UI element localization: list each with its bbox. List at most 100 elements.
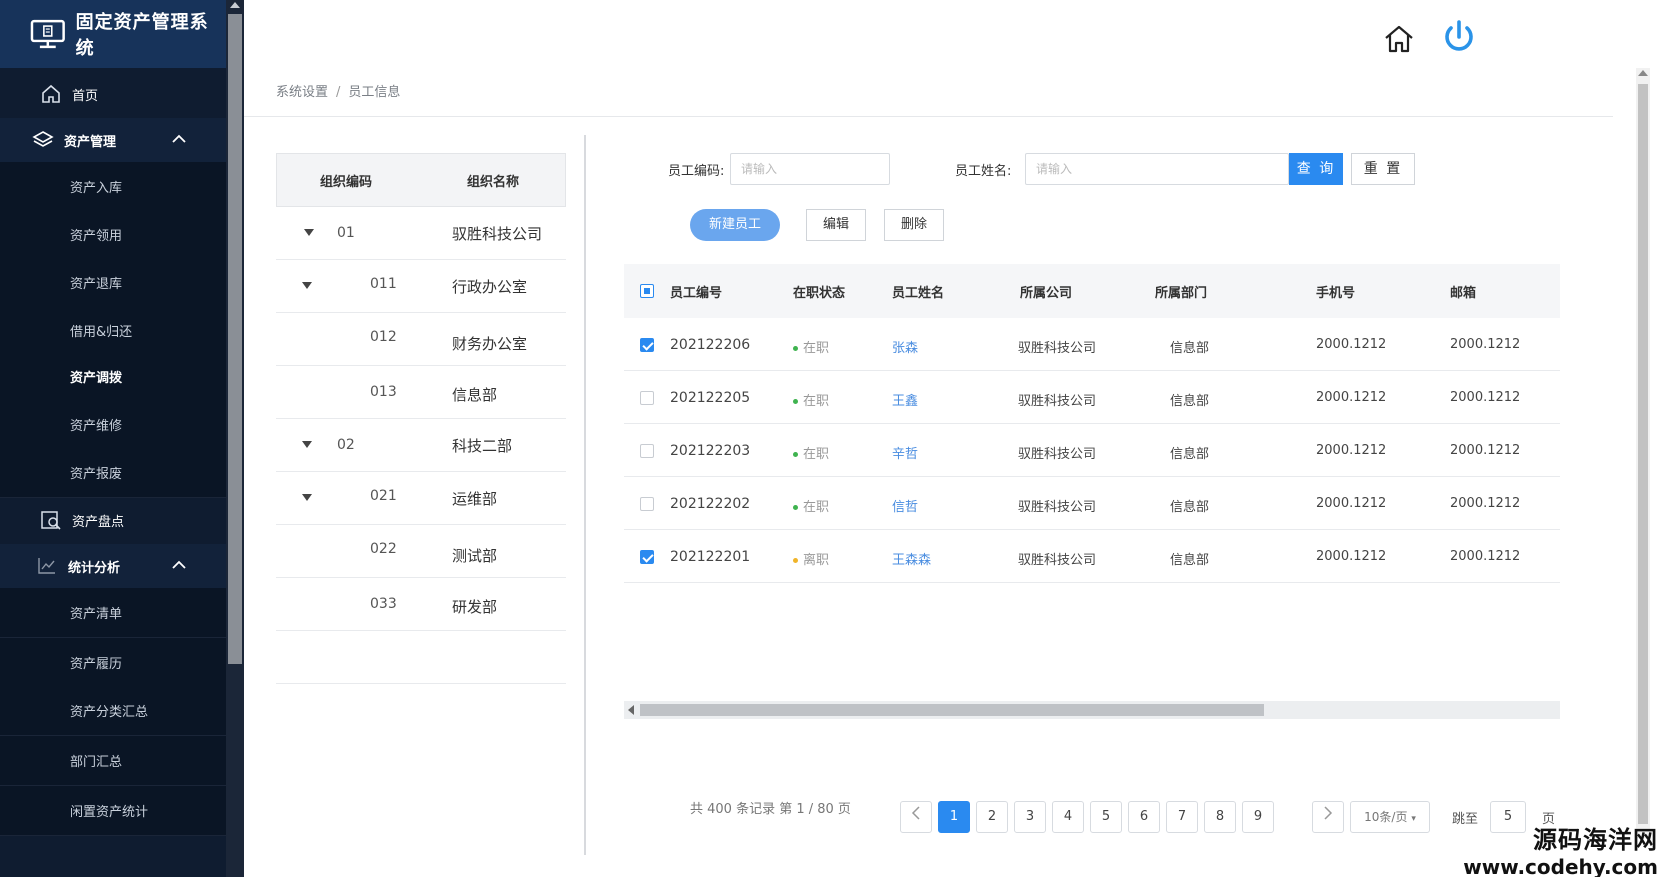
expand-caret-icon[interactable] (302, 282, 312, 289)
breadcrumb-parent[interactable]: 系统设置 (276, 85, 328, 100)
col-company[interactable]: 所属公司 (1020, 282, 1072, 301)
scrollbar-thumb[interactable] (228, 14, 242, 664)
col-department[interactable]: 所属部门 (1155, 282, 1207, 301)
row-checkbox[interactable] (640, 444, 654, 458)
page-button[interactable]: 1 (938, 801, 970, 833)
page-button[interactable]: 6 (1128, 801, 1160, 833)
page-button[interactable]: 3 (1014, 801, 1046, 833)
org-row[interactable]: 02 科技二部 (276, 419, 566, 472)
nav-label: 资产履历 (70, 657, 123, 672)
nav-asset-repair[interactable]: 资产维修 (0, 400, 226, 450)
row-checkbox[interactable] (640, 497, 654, 511)
employee-name-input[interactable]: 请输入 (1025, 153, 1289, 185)
query-button[interactable]: 查 询 (1289, 153, 1343, 185)
row-checkbox[interactable] (640, 338, 654, 352)
nav-idle-asset-stats[interactable]: 闲置资产统计 (0, 786, 226, 836)
employee-code-input[interactable]: 请输入 (730, 153, 890, 185)
org-row[interactable]: 021 运维部 (276, 472, 566, 525)
page-button[interactable]: 5 (1090, 801, 1122, 833)
sidebar-scrollbar[interactable] (226, 0, 244, 877)
table-row[interactable]: 202122203 在职 辛哲 驭胜科技公司 信息部 2000.1212 2000.1212 (624, 424, 1560, 477)
nav-asset-inventory-label: 资产盘点 (72, 514, 125, 530)
cell-company: 驭胜科技公司 (1018, 500, 1097, 515)
nav-asset-transfer[interactable]: 资产调拨 (0, 352, 226, 402)
cell-employee-id: 202122201 (670, 549, 751, 565)
nav-statistics[interactable]: 统计分析 (0, 544, 226, 588)
nav-asset-borrow[interactable]: 借用&归还 (0, 306, 226, 356)
org-row[interactable]: 033 研发部 (276, 578, 566, 631)
cell-employee-name[interactable]: 张森 (892, 337, 918, 356)
home-icon (40, 83, 62, 105)
cell-department: 信息部 (1170, 447, 1210, 462)
scroll-up-arrow-icon[interactable] (230, 2, 240, 8)
row-checkbox[interactable] (640, 391, 654, 405)
org-row[interactable]: 022 测试部 (276, 525, 566, 578)
employee-table-body: 202122206 在职 张森 驭胜科技公司 信息部 2000.1212 2000.1212… (624, 318, 1560, 583)
expand-caret-icon[interactable] (302, 441, 312, 448)
delete-button[interactable]: 删除 (884, 209, 944, 241)
org-code: 021 (370, 488, 397, 504)
home-icon[interactable] (1382, 22, 1416, 56)
nav-asset-scrap[interactable]: 资产报废 (0, 448, 226, 498)
edit-button[interactable]: 编辑 (806, 209, 866, 241)
nav-asset-management-label: 资产管理 (64, 134, 117, 150)
col-phone[interactable]: 手机号 (1316, 282, 1355, 301)
col-employee-id[interactable]: 员工编号 (670, 282, 722, 301)
header-divider (244, 116, 1613, 117)
page-button[interactable]: 7 (1166, 801, 1198, 833)
org-tree-table: 组织编码 组织名称 01 驭胜科技公司 011 行政办公室 012 财务办公室 013… (276, 153, 566, 684)
breadcrumb: 系统设置 / 员工信息 (276, 81, 400, 100)
scroll-left-arrow-icon[interactable] (628, 705, 634, 715)
cell-employee-name[interactable]: 王森森 (892, 549, 931, 568)
org-name: 测试部 (452, 547, 498, 565)
select-all-checkbox[interactable] (640, 284, 654, 298)
nav-asset-inventory[interactable]: 资产盘点 (0, 496, 226, 544)
scrollbar-thumb[interactable] (640, 704, 1264, 716)
status-dot-icon (793, 505, 798, 510)
nav-dept-summary[interactable]: 部门汇总 (0, 736, 226, 786)
org-row[interactable]: 012 财务办公室 (276, 313, 566, 366)
cell-employee-name[interactable]: 信哲 (892, 496, 918, 515)
scroll-up-arrow-icon[interactable] (1638, 70, 1648, 76)
org-code: 02 (337, 437, 355, 453)
prev-page-button[interactable] (900, 801, 932, 833)
org-row[interactable]: 013 信息部 (276, 366, 566, 419)
col-status[interactable]: 在职状态 (793, 282, 845, 301)
next-page-button[interactable] (1312, 801, 1344, 833)
new-employee-button[interactable]: 新建员工 (690, 209, 780, 241)
table-row[interactable]: 202122201 离职 王森森 驭胜科技公司 信息部 2000.1212 2000.121… (624, 530, 1560, 583)
page-button[interactable]: 9 (1242, 801, 1274, 833)
reset-button[interactable]: 重 置 (1351, 153, 1415, 185)
nav-home[interactable]: 首页 (0, 70, 226, 118)
nav-label: 资产领用 (70, 229, 123, 244)
cell-employee-name[interactable]: 辛哲 (892, 443, 918, 462)
scrollbar-thumb[interactable] (1638, 84, 1648, 824)
cell-employee-name[interactable]: 王鑫 (892, 390, 918, 409)
table-row[interactable]: 202122206 在职 张森 驭胜科技公司 信息部 2000.1212 2000.1212 (624, 318, 1560, 371)
power-icon[interactable] (1440, 18, 1478, 56)
table-horizontal-scrollbar[interactable] (624, 701, 1560, 719)
table-row[interactable]: 202122205 在职 王鑫 驭胜科技公司 信息部 2000.1212 2000.1212 (624, 371, 1560, 424)
table-row[interactable]: 202122202 在职 信哲 驭胜科技公司 信息部 2000.1212 2000.1212 (624, 477, 1560, 530)
page-button[interactable]: 8 (1204, 801, 1236, 833)
nav-asset-inbound[interactable]: 资产入库 (0, 162, 226, 212)
expand-caret-icon[interactable] (302, 494, 312, 501)
cell-status: 在职 (793, 337, 829, 356)
nav-asset-receive[interactable]: 资产领用 (0, 210, 226, 260)
page-button[interactable]: 4 (1052, 801, 1084, 833)
row-checkbox[interactable] (640, 550, 654, 564)
page-scrollbar[interactable] (1636, 68, 1650, 838)
page-button[interactable]: 2 (976, 801, 1008, 833)
nav-asset-history[interactable]: 资产履历 (0, 638, 226, 688)
expand-caret-icon[interactable] (304, 229, 314, 236)
col-email[interactable]: 邮箱 (1450, 282, 1476, 301)
app-logo[interactable]: 固定资产管理系统 (0, 0, 226, 68)
col-employee-name[interactable]: 员工姓名 (892, 282, 944, 301)
org-row[interactable]: 01 驭胜科技公司 (276, 207, 566, 260)
org-row[interactable]: 011 行政办公室 (276, 260, 566, 313)
chevron-up-icon (172, 134, 186, 143)
nav-asset-management[interactable]: 资产管理 (0, 118, 226, 162)
nav-asset-category-summary[interactable]: 资产分类汇总 (0, 686, 226, 736)
nav-asset-return[interactable]: 资产退库 (0, 258, 226, 308)
nav-asset-list[interactable]: 资产清单 (0, 588, 226, 638)
